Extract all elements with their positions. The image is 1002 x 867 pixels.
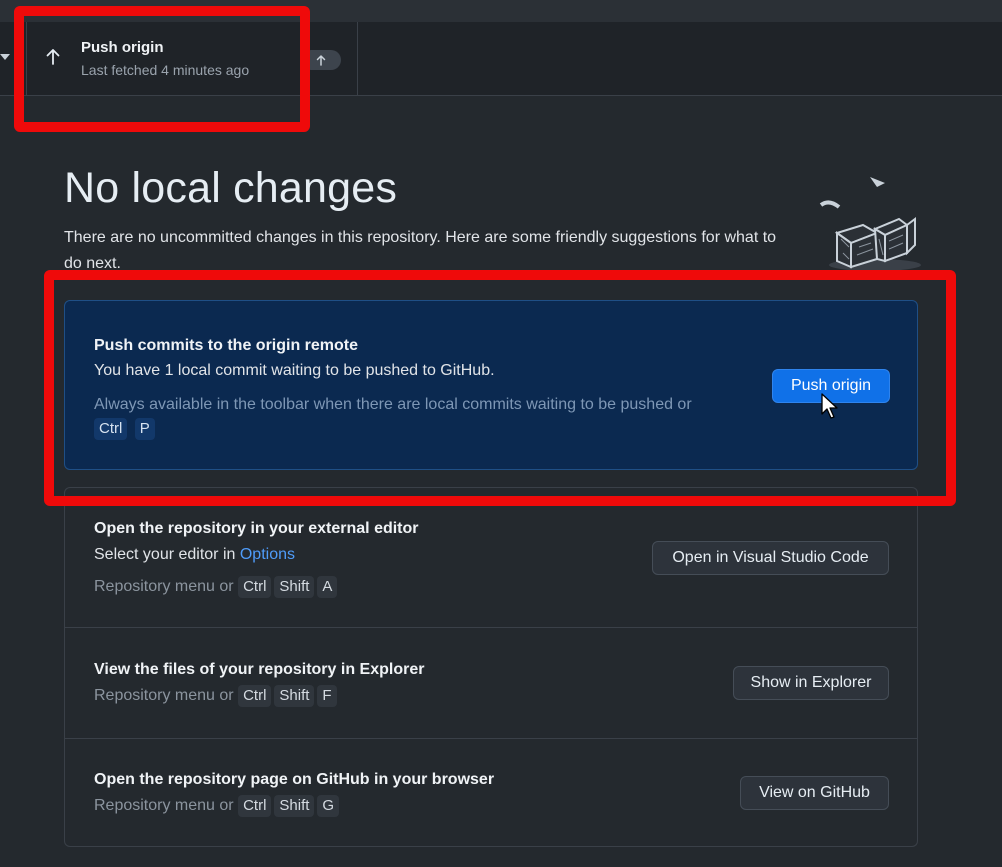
editor-hint-text: Repository menu or [94, 578, 234, 595]
kbd-key: A [317, 576, 338, 598]
kbd-key: Shift [274, 795, 315, 817]
explorer-card-hint: Repository menu or Ctrl Shift F [94, 685, 340, 707]
github-card-hint: Repository menu or Ctrl Shift G [94, 795, 342, 817]
explorer-hint-text: Repository menu or [94, 687, 234, 704]
highlight-box-toolbar [14, 6, 310, 132]
explorer-card-title: View the files of your repository in Exp… [94, 661, 425, 678]
editor-suggestion-card: Open the repository in your external edi… [64, 487, 918, 628]
kbd-key: F [317, 685, 337, 707]
kbd-key: Shift [274, 685, 315, 707]
highlight-box-push-card [44, 270, 956, 506]
editor-card-text: Select your editor in Options [94, 546, 295, 564]
editor-card-text-prefix: Select your editor in [94, 546, 240, 563]
kbd-key: Ctrl [238, 685, 272, 707]
view-on-github-button[interactable]: View on GitHub [740, 776, 889, 810]
kbd-key: G [317, 795, 340, 817]
options-link[interactable]: Options [240, 546, 295, 563]
kbd-key: Shift [274, 576, 315, 598]
page-title: No local changes [64, 164, 398, 212]
kbd-key: Ctrl [238, 795, 272, 817]
github-card-title: Open the repository page on GitHub in yo… [94, 771, 495, 788]
github-suggestion-card: Open the repository page on GitHub in yo… [64, 739, 918, 847]
show-in-explorer-button[interactable]: Show in Explorer [733, 666, 889, 700]
badge-arrow-up-icon [316, 54, 326, 66]
explorer-suggestion-card: View the files of your repository in Exp… [64, 628, 918, 739]
editor-card-hint: Repository menu or Ctrl Shift A [94, 576, 340, 598]
branch-dropdown-caret-icon[interactable] [0, 54, 10, 60]
open-in-vscode-button[interactable]: Open in Visual Studio Code [652, 541, 889, 575]
mouse-cursor-icon [821, 393, 838, 419]
editor-card-title: Open the repository in your external edi… [94, 520, 419, 537]
empty-boxes-illustration-icon [819, 177, 921, 271]
github-hint-text: Repository menu or [94, 797, 234, 814]
kbd-key: Ctrl [238, 576, 272, 598]
